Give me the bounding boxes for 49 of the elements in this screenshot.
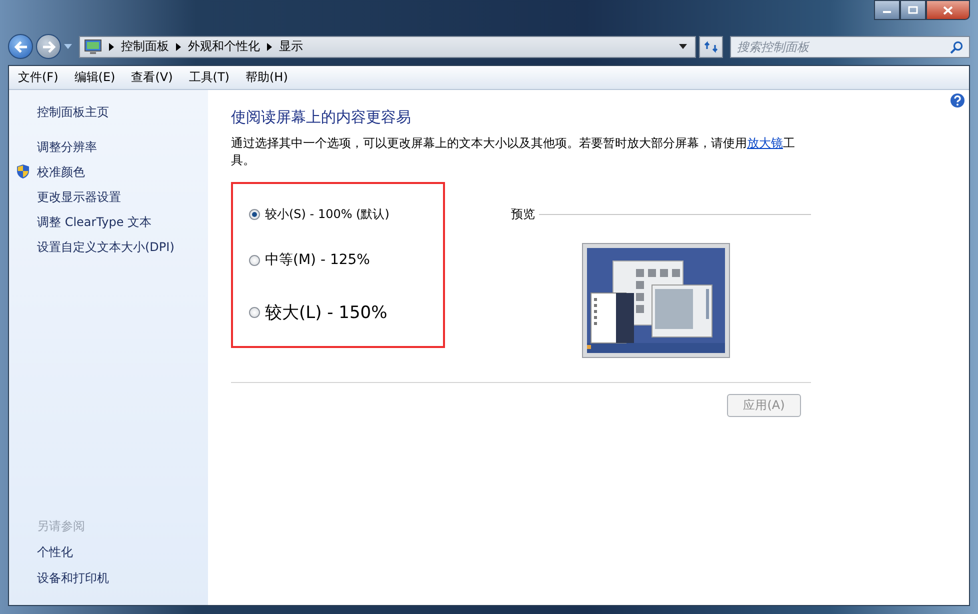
forward-button[interactable] <box>36 34 61 59</box>
sidebar-link[interactable]: 控制面板主页 <box>37 104 109 120</box>
sidebar-link[interactable]: 个性化 <box>37 544 208 561</box>
sidebar-link[interactable]: 更改显示器设置 <box>37 188 121 206</box>
size-option[interactable]: 较小(S) - 100% (默认) <box>249 206 390 223</box>
address-dropdown-icon[interactable] <box>679 44 687 49</box>
sidebar-link[interactable]: 校准颜色 <box>37 164 85 180</box>
magnifier-link[interactable]: 放大镜 <box>747 136 783 150</box>
breadcrumb-arrow-icon <box>267 42 272 50</box>
size-option[interactable]: 中等(M) - 125% <box>249 251 370 269</box>
radio-button[interactable] <box>249 307 260 318</box>
menu-item[interactable]: 帮助(H) <box>246 69 288 86</box>
maximize-button[interactable] <box>900 0 926 20</box>
maximize-icon <box>908 6 918 14</box>
radio-button[interactable] <box>249 254 260 266</box>
size-option[interactable]: 较大(L) - 150% <box>249 301 388 324</box>
search-icon <box>950 40 963 54</box>
back-button[interactable] <box>8 34 33 59</box>
refresh-icon <box>704 40 718 54</box>
page-title: 使阅读屏幕上的内容更容易 <box>231 108 412 127</box>
control-panel-icon <box>84 38 102 54</box>
search-field[interactable]: 搜索控制面板 <box>730 36 970 58</box>
sidebar-link[interactable]: 设备和打印机 <box>37 570 208 587</box>
preview-label: 预览 <box>511 206 535 223</box>
back-arrow-icon <box>14 40 28 52</box>
menu-item[interactable]: 文件(F) <box>18 69 58 86</box>
help-icon[interactable] <box>950 93 965 108</box>
minimize-button[interactable] <box>874 0 900 20</box>
close-button[interactable] <box>926 0 970 20</box>
breadcrumb[interactable]: 外观和个性化 <box>188 38 260 55</box>
refresh-button[interactable] <box>699 36 723 58</box>
forward-arrow-icon <box>42 40 56 52</box>
menu-item[interactable]: 工具(T) <box>188 69 230 86</box>
breadcrumb-arrow-icon <box>109 42 114 50</box>
close-icon <box>943 6 953 14</box>
breadcrumb[interactable]: 控制面板 <box>121 38 169 55</box>
breadcrumb[interactable]: 显示 <box>279 38 303 55</box>
breadcrumb-arrow-icon <box>176 42 181 50</box>
see-also-heading: 另请参阅 <box>37 518 86 535</box>
shield-icon <box>16 164 30 179</box>
menu-item[interactable]: 编辑(E) <box>74 69 116 86</box>
sidebar-link[interactable]: 调整分辨率 <box>37 138 97 156</box>
address-bar[interactable]: 控制面板 外观和个性化 显示 <box>79 36 696 58</box>
sidebar-link[interactable]: 调整 ClearType 文本 <box>37 214 152 230</box>
history-dropdown-icon[interactable] <box>64 44 72 49</box>
sidebar-link[interactable]: 设置自定义文本大小(DPI) <box>37 238 174 256</box>
radio-button[interactable] <box>249 209 260 220</box>
description: 通过选择其中一个选项，可以更改屏幕上的文本大小以及其他项。若要暂时放大部分屏幕，请使用放大镜工具。 <box>231 135 796 169</box>
menu-item[interactable]: 查看(V) <box>131 69 173 86</box>
